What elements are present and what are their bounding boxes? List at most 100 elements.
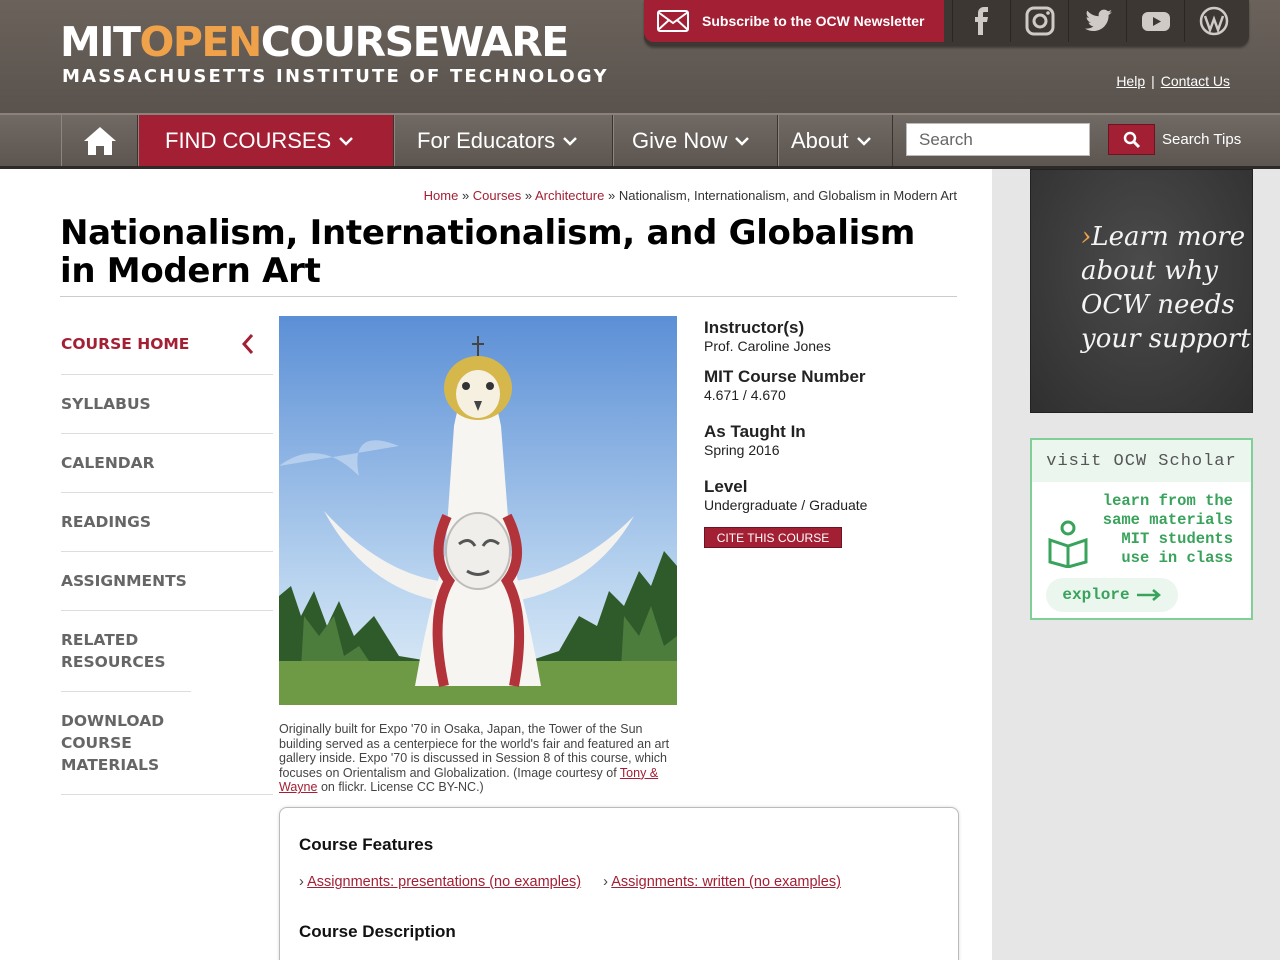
- course-number-heading: MIT Course Number: [704, 367, 866, 386]
- logo-courseware: COURSEWARE: [260, 18, 570, 66]
- level-value: Undergraduate / Graduate: [704, 497, 868, 513]
- taught-in-heading: As Taught In: [704, 422, 806, 441]
- bullet-icon: ›: [603, 874, 609, 890]
- contact-link[interactable]: Contact Us: [1161, 73, 1230, 89]
- youtube-link[interactable]: [1126, 0, 1184, 42]
- chalk-line: OCW needs: [1081, 290, 1235, 320]
- course-meta: Instructor(s) Prof. Caroline Jones MIT C…: [704, 318, 954, 514]
- sidebar-item-download-course-materials[interactable]: DOWNLOAD COURSE MATERIALS: [61, 692, 273, 795]
- chevron-left-icon: [241, 334, 254, 354]
- nav-give-now[interactable]: Give Now: [613, 115, 778, 166]
- chevron-down-icon: [856, 136, 871, 146]
- breadcrumb-separator: »: [461, 188, 470, 203]
- main-nav: FIND COURSES For Educators Give Now Abou…: [0, 113, 1280, 169]
- breadcrumb-home[interactable]: Home: [424, 188, 459, 203]
- wordpress-link[interactable]: [1184, 0, 1242, 42]
- course-features-heading: Course Features: [299, 835, 434, 854]
- subscribe-newsletter-button[interactable]: Subscribe to the OCW Newsletter: [644, 0, 944, 42]
- arrow-right-icon: [1136, 589, 1161, 601]
- sidebar-item-assignments[interactable]: ASSIGNMENTS: [61, 552, 273, 611]
- search-tips-link[interactable]: Search Tips: [1162, 131, 1241, 148]
- sidebar-item-related-resources[interactable]: RELATED RESOURCES: [61, 611, 191, 692]
- bullet-icon: ›: [299, 874, 304, 890]
- envelope-icon: [657, 10, 689, 32]
- sidebar-item-label: RELATED RESOURCES: [61, 631, 166, 671]
- search-input[interactable]: Search: [906, 123, 1090, 156]
- course-features-panel: Course Features › Assignments: presentat…: [279, 807, 959, 960]
- sidebar-item-syllabus[interactable]: SYLLABUS: [61, 375, 273, 434]
- caption-text: Originally built for Expo '70 in Osaka, …: [279, 722, 670, 780]
- course-hero-image: [279, 316, 677, 705]
- ocw-logo[interactable]: MITOPENCOURSEWARE: [60, 18, 570, 66]
- sidebar-item-label: CALENDAR: [61, 454, 155, 472]
- youtube-icon: [1141, 12, 1170, 31]
- sidebar-item-calendar[interactable]: CALENDAR: [61, 434, 273, 493]
- logo-open: OPEN: [139, 18, 263, 66]
- sidebar-item-label: DOWNLOAD COURSE MATERIALS: [61, 712, 165, 774]
- image-caption: Originally built for Expo '70 in Osaka, …: [279, 722, 679, 795]
- search-button[interactable]: [1108, 124, 1155, 155]
- sidebar-item-readings[interactable]: READINGS: [61, 493, 273, 552]
- support-ocw-banner[interactable]: ›Learn more about why OCW needs your sup…: [1030, 169, 1253, 413]
- twitter-link[interactable]: [1068, 0, 1126, 42]
- instagram-link[interactable]: [1010, 0, 1068, 42]
- sidebar-item-label: ASSIGNMENTS: [61, 572, 187, 590]
- facebook-link[interactable]: [952, 0, 1010, 42]
- search-icon: [1123, 131, 1140, 148]
- sidebar-item-course-home[interactable]: COURSE HOME: [61, 315, 273, 375]
- chalk-line: about why: [1081, 256, 1218, 286]
- caption-text-end: on flickr. License CC BY-NC.): [320, 780, 484, 795]
- sidebar-item-label: COURSE HOME: [61, 335, 190, 353]
- help-links: Help | Contact Us: [1116, 73, 1230, 89]
- course-number-value: 4.671 / 4.670: [704, 387, 786, 403]
- home-icon: [83, 126, 116, 155]
- twitter-icon: [1084, 9, 1112, 31]
- breadcrumb-separator: »: [607, 188, 616, 203]
- chevron-down-icon: [339, 136, 354, 146]
- ocw-scholar-banner[interactable]: visit OCW Scholar learn from the same ma…: [1030, 438, 1253, 620]
- logo-mit: MIT: [60, 18, 141, 66]
- nav-for-educators-label: For Educators: [417, 127, 556, 153]
- nav-find-courses-label: FIND COURSES: [165, 127, 332, 153]
- chevron-down-icon: [735, 136, 750, 146]
- subscribe-label: Subscribe to the OCW Newsletter: [702, 13, 925, 29]
- logo-subtitle: MASSACHUSETTS INSTITUTE OF TECHNOLOGY: [62, 66, 609, 87]
- chalk-line: your support: [1081, 324, 1251, 354]
- breadcrumb-architecture[interactable]: Architecture: [535, 188, 604, 203]
- nav-home-button[interactable]: [61, 115, 138, 166]
- feature-link-presentations[interactable]: Assignments: presentations (no examples): [307, 874, 581, 890]
- explore-label: explore: [1062, 586, 1130, 604]
- help-separator: |: [1151, 73, 1155, 89]
- chalk-arrow-icon: ›: [1081, 222, 1092, 252]
- instructor-heading: Instructor(s): [704, 318, 805, 337]
- chevron-down-icon: [563, 136, 578, 146]
- help-link[interactable]: Help: [1116, 73, 1145, 89]
- facebook-icon: [974, 7, 988, 35]
- title-divider: [60, 296, 957, 297]
- feature-link-written[interactable]: Assignments: written (no examples): [611, 874, 841, 890]
- course-features-links: › Assignments: presentations (no example…: [299, 874, 841, 890]
- nav-find-courses[interactable]: FIND COURSES: [138, 115, 394, 166]
- student-reading-icon: [1048, 520, 1088, 568]
- scholar-line: learn from the: [1102, 492, 1233, 510]
- nav-about[interactable]: About: [778, 115, 893, 166]
- sidebar-item-label: SYLLABUS: [61, 395, 151, 413]
- site-header: MITOPENCOURSEWARE MASSACHUSETTS INSTITUT…: [0, 0, 1280, 113]
- breadcrumb: Home » Courses » Architecture » National…: [424, 188, 957, 203]
- level-heading: Level: [704, 477, 748, 496]
- taught-in-value: Spring 2016: [704, 442, 780, 458]
- cite-course-button[interactable]: CITE THIS COURSE: [704, 527, 842, 548]
- nav-about-label: About: [791, 127, 849, 153]
- breadcrumb-separator: »: [524, 188, 533, 203]
- breadcrumb-courses[interactable]: Courses: [473, 188, 521, 203]
- sidebar-item-label: READINGS: [61, 513, 152, 531]
- nav-give-now-label: Give Now: [632, 127, 728, 153]
- chalk-line: Learn more: [1091, 222, 1246, 252]
- nav-for-educators[interactable]: For Educators: [394, 115, 613, 166]
- scholar-title: visit OCW Scholar: [1032, 440, 1251, 482]
- course-sidebar: COURSE HOME SYLLABUS CALENDAR READINGS A…: [61, 315, 273, 795]
- page-title: Nationalism, Internationalism, and Globa…: [60, 213, 916, 291]
- instructor-value: Prof. Caroline Jones: [704, 338, 831, 354]
- scholar-explore-button[interactable]: explore: [1046, 578, 1178, 612]
- course-description-heading: Course Description: [299, 922, 456, 941]
